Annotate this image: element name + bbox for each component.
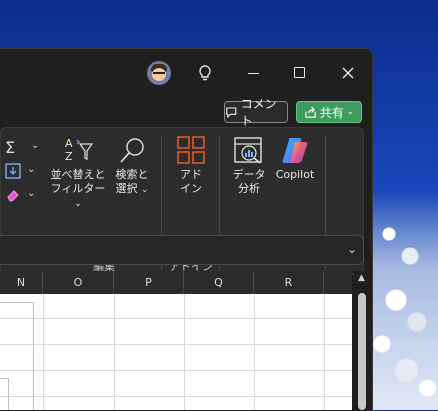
sigma-icon: Σ <box>5 138 16 157</box>
spreadsheet-grid[interactable] <box>0 294 352 410</box>
scrollbar-thumb[interactable] <box>358 293 366 410</box>
data-analysis-label-2: 分析 <box>238 182 260 195</box>
chevron-down-icon: ⌄ <box>27 164 36 175</box>
excel-window: コメント 共有 ⌄ Σ ⌄ ⌄ ⌄ A Z 並べ替えと フィルター ⌄ 検索と … <box>0 48 373 411</box>
addins-label-1: アド <box>180 168 202 181</box>
minimize-button[interactable] <box>242 61 266 85</box>
column-header-r[interactable]: R <box>254 271 324 294</box>
maximize-button[interactable] <box>288 61 312 85</box>
clear-button[interactable]: ⌄ <box>5 186 41 206</box>
sort-filter-button[interactable]: A Z 並べ替えと フィルター ⌄ <box>49 134 107 209</box>
find-select-button[interactable]: 検索と 選択 ⌄ <box>109 134 155 202</box>
chevron-down-icon: ⌄ <box>346 107 355 117</box>
grid-lines <box>0 294 352 410</box>
find-select-label-2-text: 選択 <box>115 182 138 195</box>
share-icon <box>305 106 316 118</box>
column-header-o[interactable]: O <box>43 271 114 294</box>
sort-filter-label-2: フィルター ⌄ <box>49 182 107 211</box>
comment-icon <box>226 106 237 118</box>
find-select-label-1: 検索と <box>115 168 149 181</box>
addins-label-2: イン <box>180 182 202 195</box>
find-select-label-2: 選択 ⌄ <box>109 182 155 197</box>
vertical-scrollbar[interactable]: ▲ <box>354 271 372 410</box>
column-header-q[interactable]: Q <box>184 271 254 294</box>
share-label: 共有 <box>319 105 344 120</box>
close-button[interactable] <box>336 61 360 85</box>
formula-bar[interactable]: ⌄ <box>0 235 364 265</box>
chevron-down-icon: ⌄ <box>140 185 149 195</box>
avatar[interactable] <box>147 61 171 85</box>
data-analysis-button[interactable]: データ 分析 <box>227 134 271 202</box>
autosum-button[interactable]: Σ ⌄ <box>5 138 41 158</box>
comment-button[interactable]: コメント <box>224 97 288 128</box>
column-header-row: N O P Q R <box>0 271 352 294</box>
chevron-down-icon: ⌄ <box>74 199 82 209</box>
comment-label: コメント <box>240 97 277 128</box>
scroll-up-icon[interactable]: ▲ <box>358 273 365 283</box>
data-analysis-label-1: データ <box>232 168 266 181</box>
fill-down-icon <box>5 163 21 179</box>
svg-text:Z: Z <box>65 150 73 163</box>
title-bar <box>0 49 372 97</box>
sort-filter-label-2-text: フィルター <box>50 182 106 195</box>
sort-filter-label-1: 並べ替えと <box>50 168 106 181</box>
addins-grid-icon <box>177 136 205 164</box>
sort-filter-icon: A Z <box>65 137 94 163</box>
fill-button[interactable]: ⌄ <box>5 162 41 182</box>
chevron-down-icon: ⌄ <box>27 188 36 199</box>
desktop-wallpaper-snow-tree <box>368 190 438 410</box>
copilot-label: Copilot <box>275 168 315 181</box>
data-analysis-icon <box>234 137 262 164</box>
lightbulb-icon[interactable] <box>193 61 217 85</box>
chevron-down-icon[interactable]: ⌄ <box>347 242 357 256</box>
search-icon <box>120 138 144 163</box>
column-header-p[interactable]: P <box>114 271 184 294</box>
column-header-n[interactable]: N <box>0 271 43 294</box>
copilot-icon <box>282 138 308 163</box>
eraser-icon <box>7 190 19 202</box>
svg-text:A: A <box>65 137 73 150</box>
chevron-down-icon: ⌄ <box>31 140 40 151</box>
copilot-button[interactable]: Copilot <box>271 134 319 202</box>
addins-button[interactable]: アド イン <box>169 134 213 202</box>
share-button[interactable]: 共有 ⌄ <box>296 101 362 123</box>
